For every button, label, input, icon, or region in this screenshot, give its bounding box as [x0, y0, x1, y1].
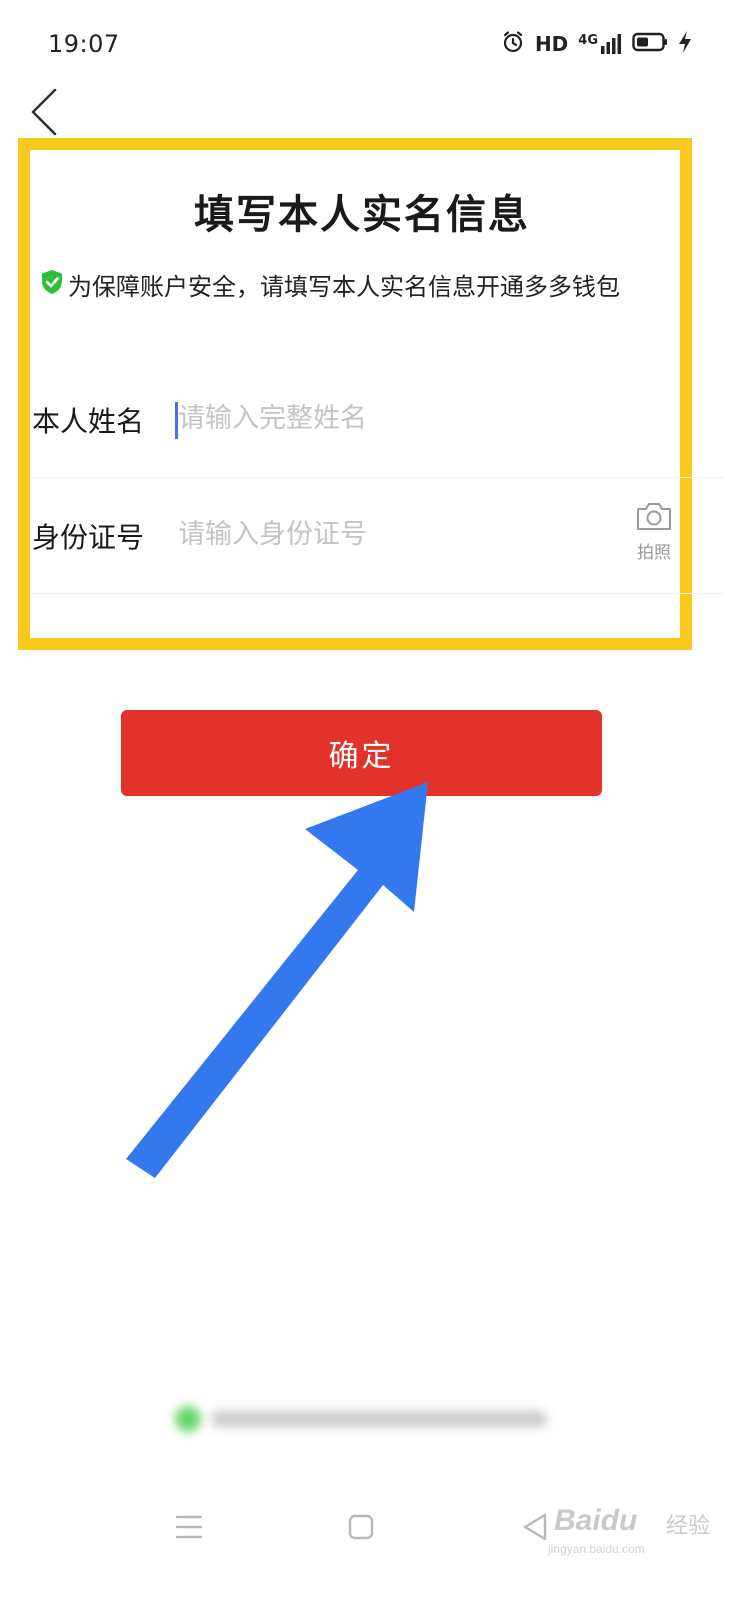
- nav-home-button[interactable]: [338, 1504, 384, 1550]
- menu-icon: [175, 1515, 203, 1539]
- watermark-url: jingyan.baidu.com: [548, 1542, 645, 1556]
- status-network-type: 4G: [578, 33, 598, 48]
- id-number-input[interactable]: [176, 508, 616, 560]
- watermark-sub: 经验: [666, 1514, 711, 1539]
- status-hd-label: HD: [534, 32, 569, 56]
- back-triangle-icon: [523, 1513, 547, 1541]
- security-notice: 为保障账户安全，请填写本人实名信息开通多多钱包: [40, 266, 680, 302]
- baidu-watermark: Baidu 经验 jingyan.baidu.com: [548, 1498, 728, 1558]
- security-notice-text: 为保障账户安全，请填写本人实名信息开通多多钱包: [68, 272, 620, 301]
- camera-icon: [637, 503, 671, 530]
- name-input[interactable]: [176, 392, 616, 444]
- blurred-agreement: [175, 1402, 547, 1436]
- chevron-left-icon: [31, 88, 57, 136]
- photo-scan-button[interactable]: 拍照: [632, 500, 676, 572]
- home-icon: [348, 1514, 374, 1540]
- battery-icon: [632, 31, 668, 57]
- id-field-label: 身份证号: [32, 521, 145, 554]
- photo-scan-label: 拍照: [637, 543, 671, 563]
- signal-icon: 4G: [578, 33, 622, 55]
- alarm-icon: [501, 30, 525, 58]
- back-button[interactable]: [22, 86, 66, 138]
- nav-menu-button[interactable]: [166, 1504, 212, 1550]
- name-field-row: 本人姓名: [32, 362, 724, 478]
- agreement-checkbox-icon: [175, 1406, 201, 1432]
- name-field-label: 本人姓名: [32, 405, 145, 438]
- page-title: 填写本人实名信息: [194, 192, 530, 238]
- shield-check-icon: [40, 269, 64, 299]
- id-field-row: 身份证号 拍照: [32, 478, 724, 594]
- agreement-text-blurred: [211, 1411, 547, 1427]
- status-time: 19:07: [48, 30, 120, 58]
- watermark-brand: Baidu: [554, 1504, 638, 1537]
- status-bar: 19:07 HD 4G: [0, 0, 738, 90]
- charging-icon: [678, 30, 692, 58]
- status-icons: HD 4G: [501, 30, 692, 58]
- confirm-button[interactable]: 确定: [121, 710, 602, 796]
